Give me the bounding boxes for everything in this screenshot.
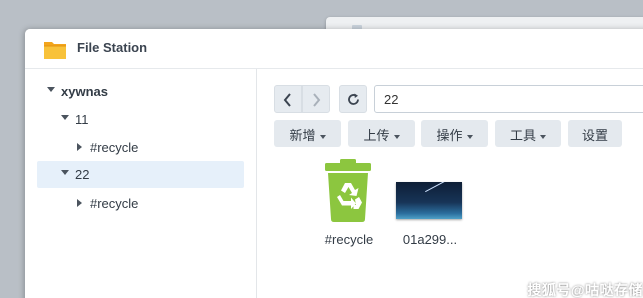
- caret-down-icon[interactable]: [61, 170, 69, 175]
- upload-button[interactable]: 上传: [348, 120, 415, 147]
- folder-icon: [44, 42, 66, 59]
- file-browser-main: 新增 上传 操作 工具 设置 #recycle: [257, 69, 643, 298]
- watermark: 搜狐号@咕哒存储: [527, 282, 643, 298]
- file-item-image[interactable]: 01a299...: [385, 159, 475, 249]
- caret-right-icon[interactable]: [77, 143, 82, 151]
- settings-button-label: 设置: [581, 128, 608, 143]
- tree-item-label: #recycle: [90, 140, 139, 155]
- tree-item-22[interactable]: 22: [37, 161, 244, 188]
- tools-button-label: 工具: [509, 128, 536, 143]
- upload-button-label: 上传: [363, 128, 390, 143]
- tree-item-xywnas[interactable]: xywnas: [37, 78, 244, 105]
- folder-tree-sidebar: xywnas 11 #recycle 22 #recycle: [25, 69, 257, 298]
- chevron-right-icon: [313, 93, 321, 107]
- settings-button[interactable]: 设置: [568, 120, 622, 147]
- tree-item-label: 22: [75, 167, 90, 182]
- create-button-label: 新增: [289, 128, 316, 143]
- tree-item-label: 11: [75, 112, 89, 127]
- action-button[interactable]: 操作: [421, 120, 488, 147]
- file-name: 01a299...: [402, 232, 458, 247]
- tree-item-recycle-11[interactable]: #recycle: [37, 134, 244, 161]
- recycle-bin-icon: [325, 159, 371, 222]
- refresh-button[interactable]: [339, 85, 367, 113]
- dropdown-arrow-icon: [540, 134, 546, 139]
- window-title: File Station: [77, 40, 148, 55]
- dropdown-arrow-icon: [393, 134, 400, 139]
- file-station-window: File Station xywnas 11 #recycle 22 #recy…: [25, 29, 643, 298]
- tools-button[interactable]: 工具: [495, 120, 561, 147]
- forward-button[interactable]: [302, 85, 330, 113]
- file-name: #recycle: [324, 232, 374, 247]
- refresh-icon: [348, 93, 359, 105]
- title-bar[interactable]: File Station: [25, 29, 643, 69]
- chevron-left-icon: [283, 93, 291, 107]
- back-button[interactable]: [274, 85, 302, 113]
- path-input[interactable]: [374, 85, 643, 113]
- caret-down-icon[interactable]: [47, 87, 55, 92]
- action-button-label: 操作: [436, 128, 463, 143]
- dropdown-arrow-icon: [319, 134, 326, 139]
- tree-item-label: xywnas: [61, 84, 108, 99]
- caret-right-icon[interactable]: [77, 199, 82, 207]
- create-button[interactable]: 新增: [274, 120, 341, 147]
- tree-item-recycle-22[interactable]: #recycle: [37, 190, 244, 217]
- dropdown-arrow-icon: [466, 134, 473, 139]
- thumbnail-streak: [425, 182, 445, 193]
- tree-item-label: #recycle: [90, 196, 139, 211]
- file-item-recycle[interactable]: #recycle: [304, 159, 394, 249]
- caret-down-icon[interactable]: [61, 115, 69, 120]
- tree-item-11[interactable]: 11: [37, 106, 244, 133]
- image-thumbnail: [396, 182, 462, 219]
